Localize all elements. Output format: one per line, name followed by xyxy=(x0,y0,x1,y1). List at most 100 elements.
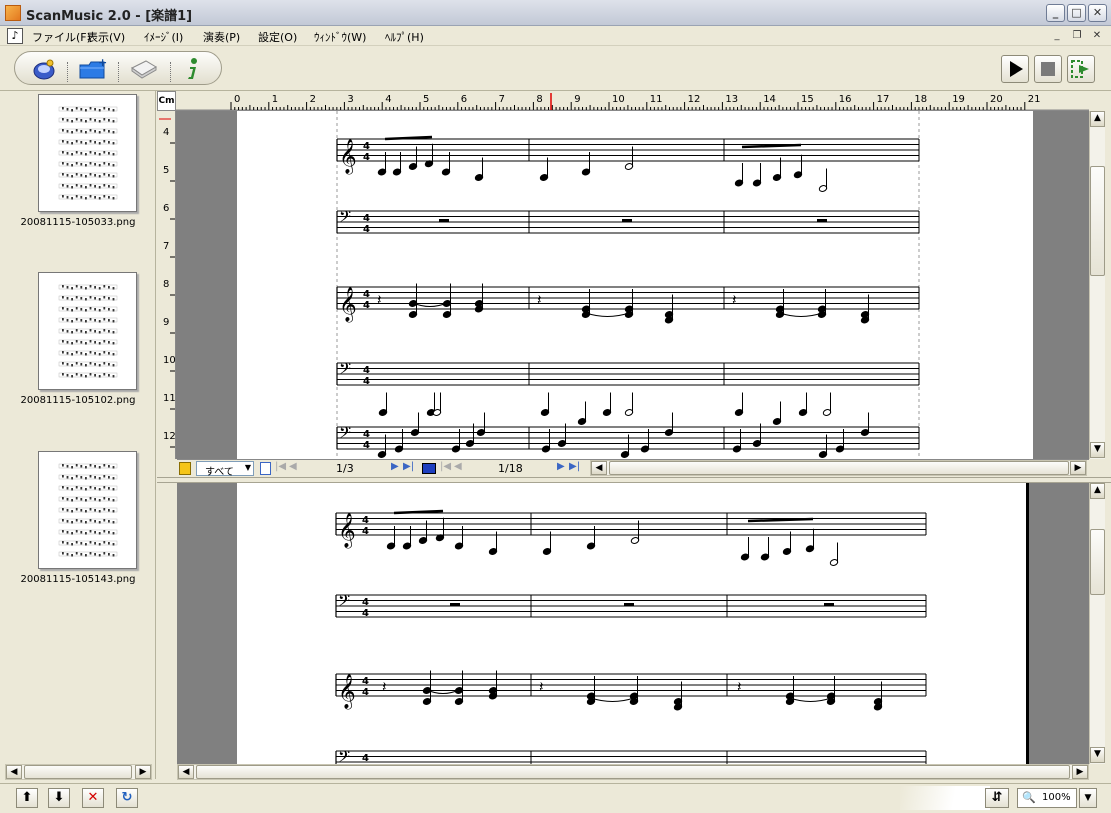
bass-clef: 𝄢 xyxy=(339,424,351,446)
scroll-right-button[interactable]: ▶ xyxy=(1072,765,1088,779)
maximize-button[interactable]: □ xyxy=(1067,4,1086,22)
thumb-note xyxy=(80,509,83,512)
zoom-value: 100% xyxy=(1042,792,1071,803)
thumb-note xyxy=(98,488,101,491)
thumb-note xyxy=(62,475,64,478)
scroll-thumb[interactable] xyxy=(609,461,1069,475)
thumb-note xyxy=(71,197,73,200)
minimize-button[interactable]: _ xyxy=(1046,4,1065,22)
page-counter: 1/3 xyxy=(336,462,354,475)
score-page[interactable]: 𝄞 4 4 𝄢 4 4 𝄞 4 4 𝄽 𝄽 𝄽 𝄢 4 4 𝄢 4 4 xyxy=(237,111,1033,459)
next-measure-button[interactable]: ▶ xyxy=(557,461,565,472)
zoom-box[interactable]: 🔍 100% xyxy=(1017,788,1077,808)
menu-view[interactable]: 表示(V) xyxy=(87,29,125,45)
play-button[interactable] xyxy=(1001,55,1029,83)
thumb-note xyxy=(98,375,101,378)
scroll-up-button[interactable]: ▲ xyxy=(1090,483,1105,499)
staff: 𝄞 44 xyxy=(336,135,920,192)
first-page-button[interactable]: |◀ xyxy=(275,461,286,472)
thumb-note xyxy=(62,464,64,467)
thumb-note xyxy=(89,184,92,187)
scroll-right-button[interactable]: ▶ xyxy=(135,765,151,779)
treble-clef: 𝄞 xyxy=(339,287,357,323)
filter-dropdown[interactable]: すべて ▼ xyxy=(196,461,254,478)
scroll-left-button[interactable]: ◀ xyxy=(178,765,194,779)
last-measure-button[interactable]: ▶| xyxy=(569,461,580,472)
menu-help[interactable]: ﾍﾙﾌﾟ(H) xyxy=(385,29,424,45)
scroll-down-button[interactable]: ▼ xyxy=(1090,747,1105,763)
scan-icon[interactable] xyxy=(31,57,57,81)
scanner-icon[interactable] xyxy=(129,58,159,80)
delete-button[interactable]: ✕ xyxy=(82,788,104,808)
scroll-thumb[interactable] xyxy=(24,765,132,779)
mdi-close-button[interactable]: ✕ xyxy=(1089,29,1105,43)
open-folder-icon[interactable]: + xyxy=(78,57,108,81)
thumb-note xyxy=(94,363,96,366)
last-page-button[interactable]: ▶| xyxy=(403,461,414,472)
ruler-tick-label: 13 xyxy=(725,94,738,105)
menu-file[interactable]: ファイル(F) xyxy=(32,29,91,45)
scroll-thumb[interactable] xyxy=(1090,166,1105,276)
menu-settings[interactable]: 設定(O) xyxy=(258,29,297,45)
bass-clef: 𝄢 xyxy=(338,748,350,764)
scanned-page[interactable]: 𝄞44𝄢44𝄞44𝄽𝄽𝄽𝄢44 xyxy=(237,483,1029,764)
thumb-note xyxy=(89,508,92,511)
scroll-thumb[interactable] xyxy=(1090,529,1105,595)
next-page-button[interactable]: ▶ xyxy=(391,461,399,472)
close-button[interactable]: ✕ xyxy=(1088,4,1107,22)
scroll-up-button[interactable]: ▲ xyxy=(1090,111,1105,127)
thumb-note xyxy=(62,118,64,121)
thumb-note xyxy=(80,308,83,311)
thumbnail-page-2[interactable] xyxy=(38,272,137,390)
scroll-right-button[interactable]: ▶ xyxy=(1070,461,1086,475)
thumb-note xyxy=(94,152,96,155)
image-vertical-scrollbar[interactable]: ▲ ▼ xyxy=(1089,483,1105,764)
rotate-button[interactable]: ↻ xyxy=(116,788,138,808)
scroll-thumb[interactable] xyxy=(196,765,1070,779)
scroll-down-button[interactable]: ▼ xyxy=(1090,442,1105,458)
scroll-left-button[interactable]: ◀ xyxy=(6,765,22,779)
thumb-note xyxy=(71,120,73,123)
export-button[interactable] xyxy=(1067,55,1095,83)
zoom-dropdown-button[interactable]: ▼ xyxy=(1079,788,1097,808)
info-icon[interactable] xyxy=(182,56,204,82)
thumb-note xyxy=(71,142,73,145)
document-icon[interactable]: ♪ xyxy=(7,28,23,44)
menu-play[interactable]: 演奏(P) xyxy=(203,29,240,45)
thumb-note xyxy=(98,164,101,167)
thumb-note xyxy=(112,543,115,546)
note-list-icon[interactable] xyxy=(179,462,191,475)
stop-button[interactable] xyxy=(1034,55,1062,83)
menu-window[interactable]: ｳｨﾝﾄﾞｳ(W) xyxy=(314,29,366,45)
thumb-note xyxy=(98,477,101,480)
thumbnail-page-3[interactable] xyxy=(38,451,137,569)
fit-page-button[interactable]: ⇵ xyxy=(985,788,1009,808)
thumb-note xyxy=(98,131,101,134)
thumb-note xyxy=(80,553,83,556)
thumb-note xyxy=(66,297,69,300)
move-down-button[interactable]: ⬇ xyxy=(48,788,70,808)
score-horizontal-scrollbar[interactable]: ◀ ▶ xyxy=(590,460,1087,476)
whole-rest xyxy=(439,219,449,222)
thumbnail-page-1[interactable] xyxy=(38,94,137,212)
recognized-score[interactable]: 𝄞 44𝄢 44𝄞 44 𝄽 𝄽 𝄽𝄢 44𝄢 44 xyxy=(237,111,1033,459)
image-horizontal-scrollbar[interactable]: ◀ ▶ xyxy=(177,764,1089,780)
thumb-note xyxy=(112,521,115,524)
score-vertical-scrollbar[interactable]: ▲ ▼ xyxy=(1089,111,1105,459)
thumb-note xyxy=(66,352,69,355)
menu-image[interactable]: ｲﾒｰｼﾞ(I) xyxy=(144,29,183,45)
first-measure-button[interactable]: |◀ xyxy=(440,461,451,472)
move-up-button[interactable]: ⬆ xyxy=(16,788,38,808)
mdi-restore-button[interactable]: ❐ xyxy=(1069,29,1085,43)
ruler-tick-label: 14 xyxy=(763,94,776,105)
thumb-note xyxy=(75,118,78,121)
prev-measure-button[interactable]: ◀ xyxy=(454,461,462,472)
thumb-note xyxy=(103,508,106,511)
thumb-note xyxy=(66,185,69,188)
thumb-note xyxy=(98,320,101,323)
thumbnail-scrollbar[interactable]: ◀ ▶ xyxy=(5,764,152,780)
thumb-note xyxy=(98,521,101,524)
mdi-minimize-button[interactable]: _ xyxy=(1049,29,1065,43)
scroll-left-button[interactable]: ◀ xyxy=(591,461,607,475)
prev-page-button[interactable]: ◀ xyxy=(289,461,297,472)
